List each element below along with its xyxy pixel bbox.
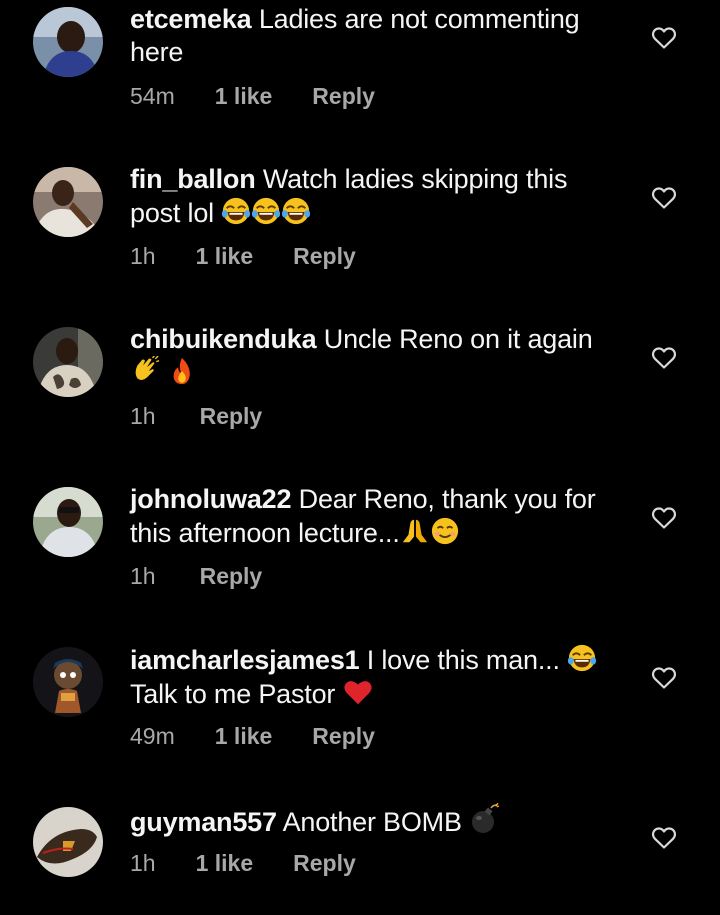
avatar[interactable] (33, 647, 103, 717)
likes-count[interactable]: 1 like (196, 243, 254, 270)
smiling-emoji (430, 516, 460, 546)
username[interactable]: johnoluwa22 (130, 484, 292, 514)
comment-time: 49m (130, 723, 175, 749)
avatar[interactable] (33, 7, 103, 77)
reply-button[interactable]: Reply (200, 403, 263, 430)
comment-text: Another BOMB (282, 807, 462, 837)
comment-body: etcemeka Ladies are not commenting here (130, 3, 615, 69)
comment-meta: 1h 1 like Reply (130, 850, 356, 877)
comment-time: 1h (130, 850, 156, 876)
username[interactable]: guyman557 (130, 807, 277, 837)
like-heart-icon[interactable] (651, 826, 677, 850)
comment-meta: 1h Reply (130, 563, 262, 590)
laughing-tears-emoji (281, 196, 311, 226)
reply-button[interactable]: Reply (293, 243, 356, 270)
comment-text: Uncle Reno on it again (323, 324, 593, 354)
comment-text-line2: Talk to me Pastor (130, 679, 336, 709)
comment-body: chibuikenduka Uncle Reno on it again (130, 323, 615, 390)
comment-meta: 49m 1 like Reply (130, 723, 375, 750)
like-heart-icon[interactable] (651, 666, 677, 690)
laughing-tears-emoji (567, 643, 597, 673)
reply-button[interactable]: Reply (312, 723, 375, 750)
comment-time: 1h (130, 403, 156, 429)
bomb-emoji (469, 803, 501, 835)
username[interactable]: etcemeka (130, 4, 252, 34)
comment-meta: 54m 1 like Reply (130, 83, 375, 110)
avatar[interactable] (33, 807, 103, 877)
likes-count[interactable]: 1 like (196, 850, 254, 877)
comment-body: iamcharlesjames1 I love this man... Talk… (130, 643, 615, 711)
laughing-tears-emoji (221, 196, 251, 226)
username[interactable]: chibuikenduka (130, 324, 317, 354)
comment-time: 1h (130, 563, 156, 589)
avatar[interactable] (33, 167, 103, 237)
clapping-hands-emoji (130, 356, 160, 386)
reply-button[interactable]: Reply (293, 850, 356, 877)
avatar[interactable] (33, 487, 103, 557)
likes-count[interactable]: 1 like (215, 723, 273, 750)
avatar[interactable] (33, 327, 103, 397)
like-heart-icon[interactable] (651, 506, 677, 530)
laughing-tears-emoji (251, 196, 281, 226)
fire-emoji (167, 356, 197, 386)
username[interactable]: iamcharlesjames1 (130, 645, 360, 675)
username[interactable]: fin_ballon (130, 164, 256, 194)
folded-hands-emoji (400, 516, 430, 546)
reply-button[interactable]: Reply (200, 563, 263, 590)
red-heart-emoji (343, 677, 373, 707)
comment-body: johnoluwa22 Dear Reno, thank you for thi… (130, 483, 615, 550)
reply-button[interactable]: Reply (312, 83, 375, 110)
like-heart-icon[interactable] (651, 346, 677, 370)
like-heart-icon[interactable] (651, 186, 677, 210)
comment-text: I love this man... (366, 645, 560, 675)
like-heart-icon[interactable] (651, 26, 677, 50)
comment-meta: 1h Reply (130, 403, 262, 430)
comment-time: 54m (130, 83, 175, 109)
comment-time: 1h (130, 243, 156, 269)
comment-body: fin_ballon Watch ladies skipping this po… (130, 163, 615, 230)
comment-body: guyman557 Another BOMB (130, 803, 615, 839)
comment-meta: 1h 1 like Reply (130, 243, 356, 270)
likes-count[interactable]: 1 like (215, 83, 273, 110)
